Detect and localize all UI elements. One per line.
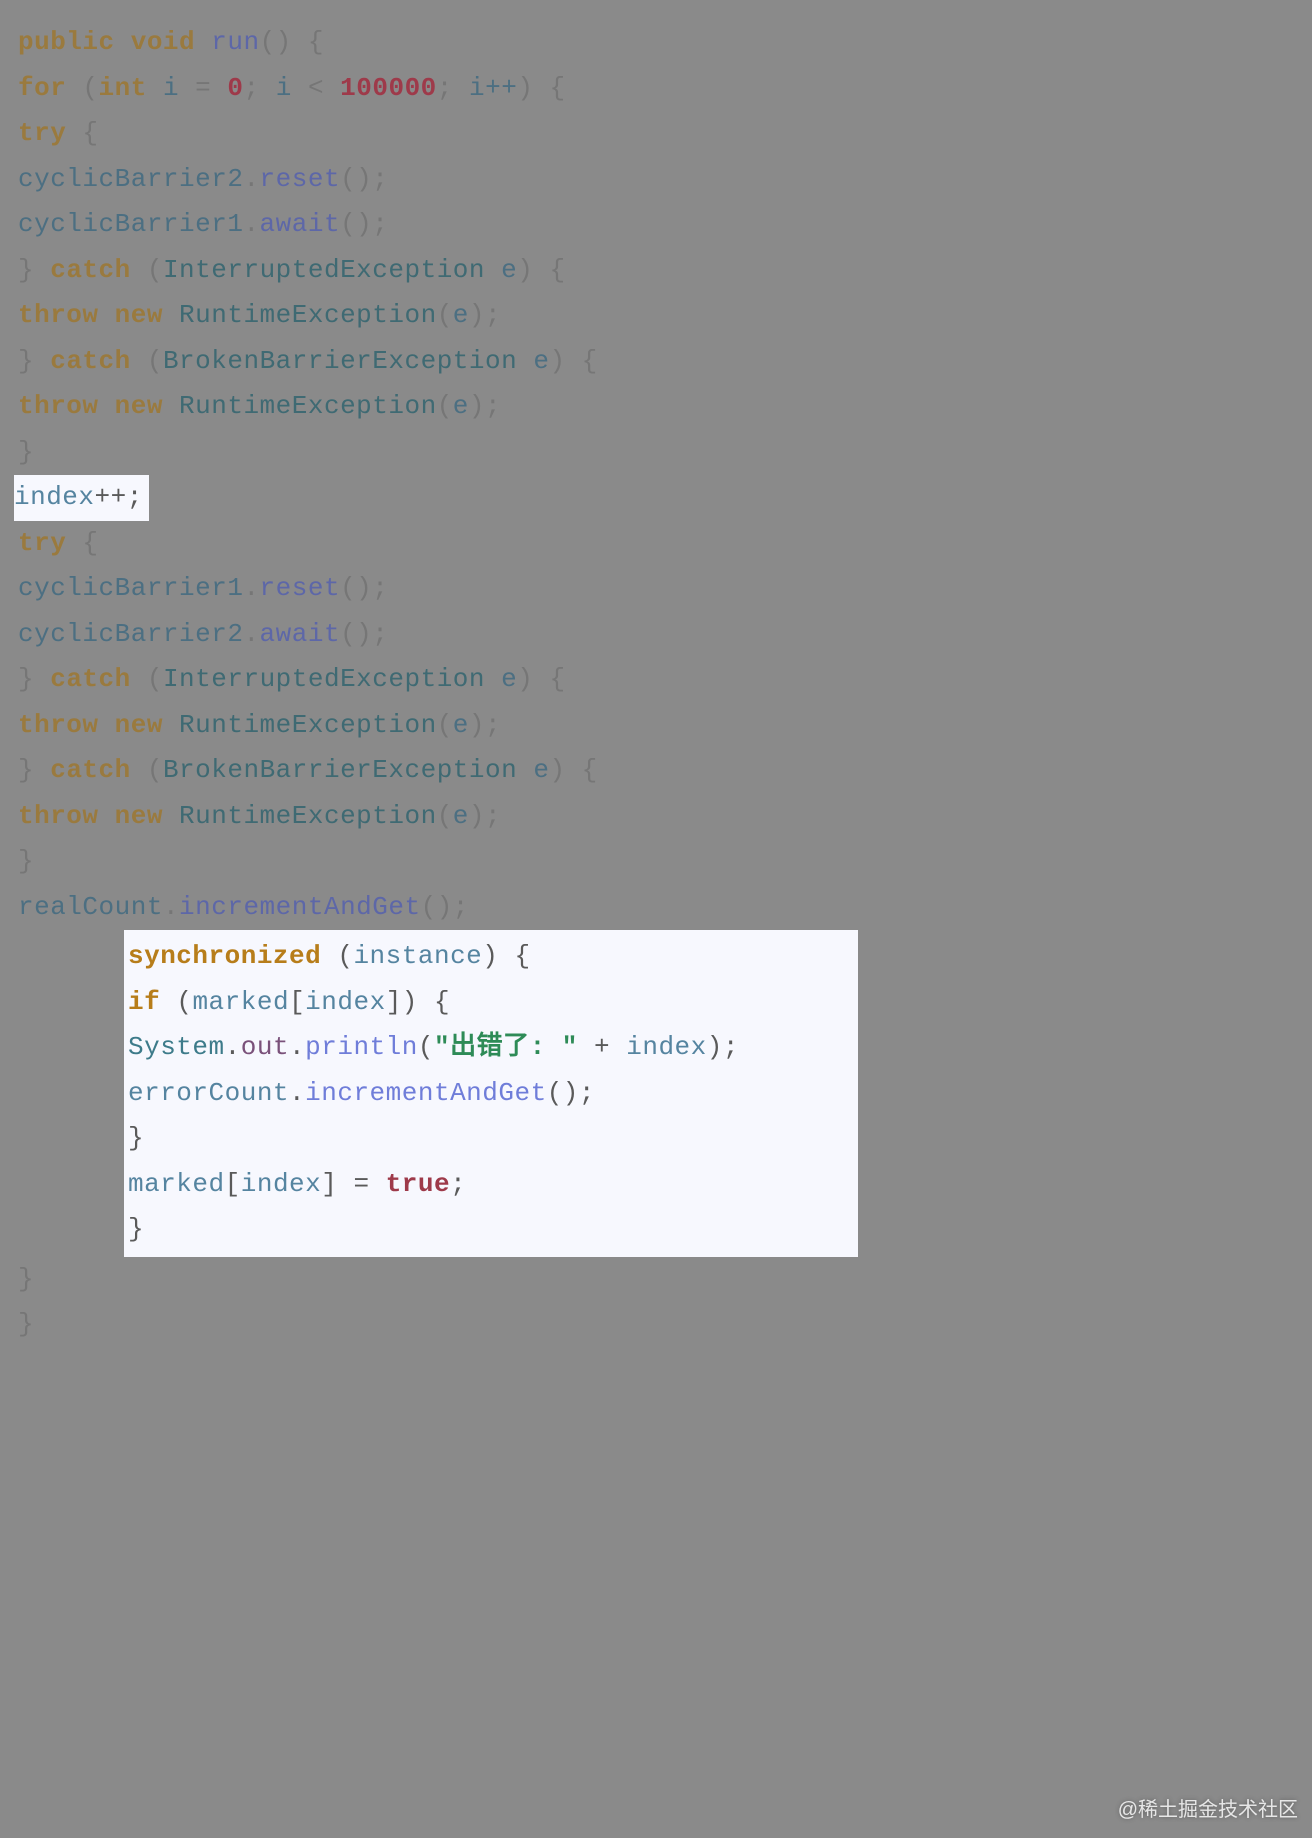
code-line: } catch (BrokenBarrierException e) {: [18, 748, 1294, 794]
keyword: public void: [18, 27, 195, 57]
code-line: throw new RuntimeException(e);: [18, 293, 1294, 339]
code-line-highlighted: index++;: [18, 475, 1294, 521]
code-line: cyclicBarrier2.await();: [18, 612, 1294, 658]
highlight-region: index++;: [14, 475, 149, 521]
code-line: }: [18, 1257, 1294, 1303]
keyword: try: [18, 118, 66, 148]
code-line: cyclicBarrier2.reset();: [18, 157, 1294, 203]
keyword: for: [18, 73, 66, 103]
code-line: } catch (BrokenBarrierException e) {: [18, 339, 1294, 385]
type: int: [99, 73, 147, 103]
code-editor: public void run() { for (int i = 0; i < …: [0, 0, 1312, 1368]
code-line: }: [18, 430, 1294, 476]
code-line: for (int i = 0; i < 100000; i++) {: [18, 66, 1294, 112]
code-line: System.out.println("出错了: " + index);: [128, 1025, 858, 1071]
code-line: try {: [18, 521, 1294, 567]
code-line: throw new RuntimeException(e);: [18, 703, 1294, 749]
code-line: }: [18, 1302, 1294, 1348]
code-line: try {: [18, 111, 1294, 157]
code-line: realCount.incrementAndGet();: [18, 885, 1294, 931]
code-line: throw new RuntimeException(e);: [18, 794, 1294, 840]
code-line: cyclicBarrier1.reset();: [18, 566, 1294, 612]
highlight-region: synchronized (instance) { if (marked[ind…: [124, 930, 858, 1257]
code-line: synchronized (instance) {: [128, 934, 858, 980]
code-line: public void run() {: [18, 20, 1294, 66]
code-line: } catch (InterruptedException e) {: [18, 657, 1294, 703]
code-line: if (marked[index]) {: [128, 980, 858, 1026]
method-name: run: [211, 27, 259, 57]
code-line: throw new RuntimeException(e);: [18, 384, 1294, 430]
watermark: @稀土掘金技术社区: [1118, 1793, 1298, 1828]
code-line: errorCount.incrementAndGet();: [128, 1071, 858, 1117]
code-line: }: [128, 1207, 858, 1253]
code-line: } catch (InterruptedException e) {: [18, 248, 1294, 294]
code-line: marked[index] = true;: [128, 1162, 858, 1208]
code-line: }: [128, 1116, 858, 1162]
code-line: }: [18, 839, 1294, 885]
code-line: cyclicBarrier1.await();: [18, 202, 1294, 248]
